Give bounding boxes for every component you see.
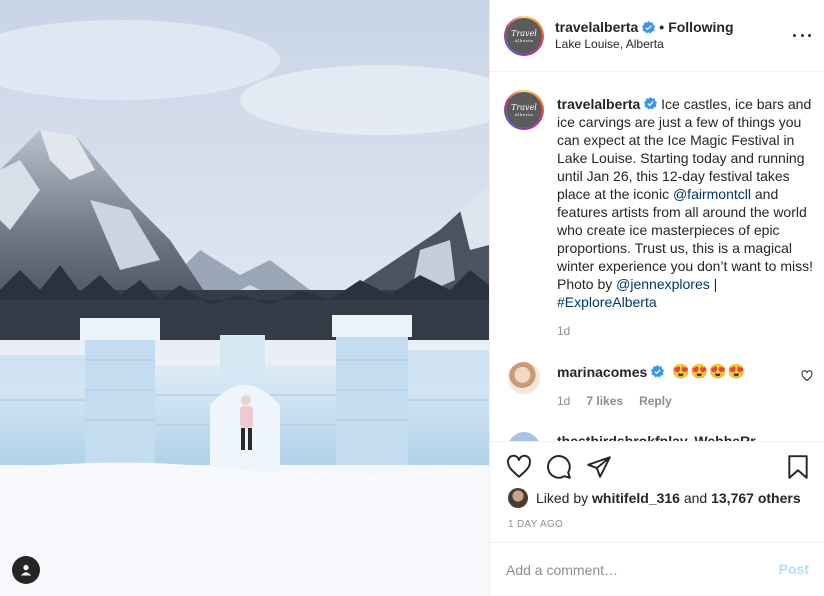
share-icon[interactable] bbox=[586, 454, 612, 480]
verified-badge-icon bbox=[651, 365, 665, 378]
comment-meta: 1d 7 likes Reply bbox=[557, 394, 672, 408]
header-username-row: travelalberta • Following bbox=[555, 19, 734, 35]
likes-conjunction: and bbox=[683, 490, 708, 506]
post-button[interactable]: Post bbox=[779, 561, 809, 577]
heart-icon[interactable] bbox=[801, 370, 813, 382]
likes-count[interactable]: 13,767 others bbox=[711, 490, 801, 506]
comment-input[interactable] bbox=[506, 543, 766, 596]
likes-summary: Liked by whitifeld_316 and 13,767 others bbox=[508, 488, 801, 508]
add-comment-bar: Post bbox=[490, 542, 824, 596]
liked-by-label: Liked by bbox=[536, 490, 589, 506]
caption-body-3: | bbox=[709, 276, 718, 292]
comment-text: 😍😍😍😍 bbox=[672, 363, 747, 379]
following-button[interactable]: Following bbox=[668, 19, 733, 35]
travel-alberta-logo: Travel Alberta bbox=[511, 28, 537, 43]
comments-area[interactable]: Travel Alberta travelalberta Ice castles… bbox=[490, 72, 824, 442]
location-link[interactable]: Lake Louise, Alberta bbox=[555, 37, 664, 51]
caption-timestamp[interactable]: 1d bbox=[557, 324, 570, 338]
verified-badge-icon bbox=[642, 20, 656, 34]
comment-username[interactable]: marinacomes bbox=[557, 364, 647, 380]
post-side-panel: Travel Alberta travelalberta • Following… bbox=[489, 0, 824, 596]
bookmark-icon[interactable] bbox=[785, 454, 811, 480]
caption-avatar[interactable]: Travel Alberta bbox=[504, 90, 544, 130]
header-separator: • bbox=[659, 19, 665, 35]
user-tag-icon bbox=[21, 564, 31, 576]
more-icon bbox=[793, 33, 796, 37]
comment-username[interactable]: thestbirdsbrokfplay..WebbeRr bbox=[557, 433, 756, 441]
post-header: Travel Alberta travelalberta • Following… bbox=[490, 0, 824, 72]
avatar[interactable] bbox=[508, 362, 540, 394]
post-date[interactable]: 1 DAY AGO bbox=[508, 519, 563, 530]
more-options-button[interactable] bbox=[793, 26, 811, 44]
header-username[interactable]: travelalberta bbox=[555, 19, 638, 35]
post-actions: Liked by whitifeld_316 and 13,767 others… bbox=[490, 442, 824, 542]
comment-timestamp[interactable]: 1d bbox=[557, 394, 570, 408]
caption-username[interactable]: travelalberta bbox=[557, 96, 640, 112]
caption-text: travelalberta Ice castles, ice bars and … bbox=[557, 95, 815, 311]
header-avatar[interactable]: Travel Alberta bbox=[504, 16, 544, 56]
reply-button[interactable]: Reply bbox=[639, 394, 672, 408]
travel-alberta-logo: Travel Alberta bbox=[511, 102, 537, 117]
liked-by-user[interactable]: whitifeld_316 bbox=[592, 490, 680, 506]
mention-jennexplores[interactable]: @jennexplores bbox=[616, 276, 710, 292]
comment-likes[interactable]: 7 likes bbox=[586, 394, 623, 408]
avatar[interactable] bbox=[508, 488, 528, 508]
post-photo[interactable] bbox=[0, 0, 489, 596]
heart-icon[interactable] bbox=[506, 454, 532, 480]
user-tag-button[interactable] bbox=[12, 556, 40, 584]
comment-header: marinacomes 😍😍😍😍 bbox=[557, 363, 746, 380]
verified-badge-icon bbox=[644, 97, 658, 110]
ice-castle-photo bbox=[0, 0, 489, 596]
hashtag-explorealberta[interactable]: #ExploreAlberta bbox=[557, 294, 657, 310]
mention-fairmontcll[interactable]: @fairmontcll bbox=[673, 186, 751, 202]
avatar[interactable] bbox=[508, 432, 540, 441]
comment-icon[interactable] bbox=[546, 454, 572, 480]
